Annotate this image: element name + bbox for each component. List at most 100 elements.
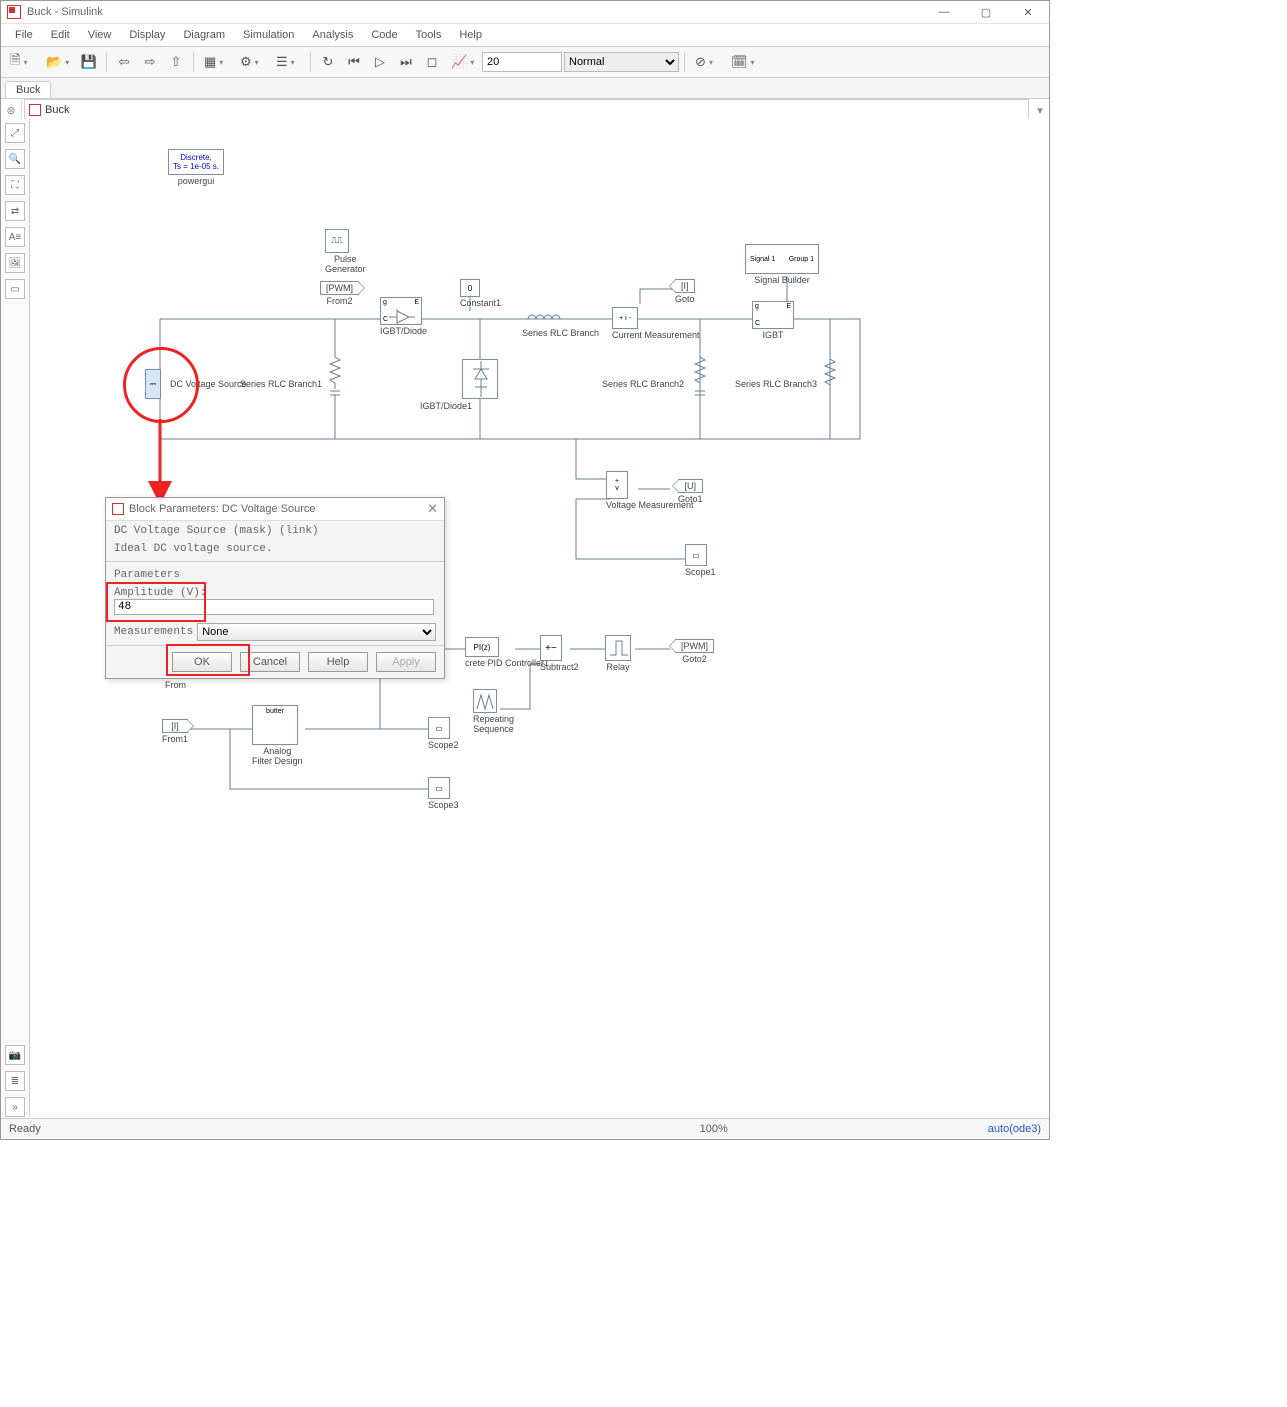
menu-file[interactable]: File bbox=[7, 27, 41, 43]
library-button[interactable]: ▦ bbox=[199, 50, 233, 74]
subtract2-block[interactable]: +− bbox=[540, 635, 562, 661]
goto1-tag[interactable]: [U] bbox=[678, 479, 703, 493]
amplitude-input[interactable] bbox=[114, 599, 434, 615]
repeating-sequence-block[interactable] bbox=[473, 689, 497, 713]
powergui-line1: Discrete, bbox=[180, 153, 212, 162]
scope2-label: Scope2 bbox=[428, 741, 459, 751]
scope3-label: Scope3 bbox=[428, 801, 459, 811]
simulink-icon bbox=[29, 104, 41, 116]
help-button[interactable]: Help bbox=[308, 652, 368, 672]
relay-label: Relay bbox=[605, 663, 631, 673]
model-canvas[interactable]: Discrete, Ts = 1e-05 s. powergui ⎍⎍ Puls… bbox=[30, 119, 1049, 1117]
open-button[interactable]: 📂 bbox=[41, 50, 75, 74]
scope1-block[interactable]: ▭ bbox=[685, 544, 707, 566]
model-config-button[interactable]: ⚙ bbox=[235, 50, 269, 74]
signal-builder-block[interactable]: Signal 1 Group 1 bbox=[745, 244, 819, 274]
menu-tools[interactable]: Tools bbox=[408, 27, 450, 43]
block-parameters-dialog: Block Parameters: DC Voltage Source ✕ DC… bbox=[105, 497, 445, 679]
menu-bar: File Edit View Display Diagram Simulatio… bbox=[1, 24, 1049, 46]
menu-view[interactable]: View bbox=[80, 27, 120, 43]
pulse-generator-block[interactable]: ⎍⎍ bbox=[325, 229, 349, 253]
close-button[interactable]: ✕ bbox=[1013, 3, 1043, 21]
from2-tag[interactable]: [PWM] bbox=[320, 281, 359, 295]
current-measurement-block[interactable]: + i - bbox=[612, 307, 638, 329]
rlc-branch-block[interactable] bbox=[522, 311, 570, 327]
image-icon[interactable]: 🖼 bbox=[5, 253, 25, 273]
model-tab-strip: Buck bbox=[1, 78, 1049, 99]
stop-button[interactable]: ◻ bbox=[420, 50, 444, 74]
new-button[interactable]: 🗎 bbox=[5, 50, 39, 74]
record-button[interactable]: ⊘ bbox=[690, 50, 724, 74]
step-fwd-button[interactable]: ⏭ bbox=[394, 50, 418, 74]
nav-up-button[interactable]: ⇧ bbox=[164, 50, 188, 74]
model-tab-buck[interactable]: Buck bbox=[5, 81, 51, 98]
pacing-button[interactable]: 📈 bbox=[446, 50, 480, 74]
menu-help[interactable]: Help bbox=[451, 27, 490, 43]
status-solver[interactable]: auto(ode3) bbox=[988, 1123, 1041, 1135]
igbt-diode-block[interactable]: g C E bbox=[380, 297, 422, 325]
dialog-desc: Ideal DC voltage source. bbox=[114, 543, 436, 555]
ok-button[interactable]: OK bbox=[172, 652, 232, 672]
log-icon[interactable]: ≣ bbox=[5, 1071, 25, 1091]
measurements-select[interactable]: None bbox=[197, 623, 436, 641]
sim-stop-time-input[interactable] bbox=[482, 52, 562, 72]
measurements-label: Measurements bbox=[114, 626, 193, 638]
constant1-block[interactable]: 0 bbox=[460, 279, 480, 297]
igbt-diode1-block[interactable] bbox=[462, 359, 498, 399]
menu-code[interactable]: Code bbox=[363, 27, 405, 43]
screenshot-icon[interactable]: 📷 bbox=[5, 1045, 25, 1065]
goto2-tag[interactable]: [PWM] bbox=[675, 639, 714, 653]
maximize-button[interactable]: ▢ bbox=[971, 3, 1001, 21]
rlc3-block[interactable] bbox=[822, 349, 838, 409]
annotation-icon[interactable]: A≡ bbox=[5, 227, 25, 247]
pan-icon[interactable]: ⇄ bbox=[5, 201, 25, 221]
voltage-measurement-block[interactable]: +v bbox=[606, 471, 628, 499]
cancel-button[interactable]: Cancel bbox=[240, 652, 300, 672]
fit-icon[interactable]: ⛶ bbox=[5, 175, 25, 195]
save-button[interactable]: 💾 bbox=[77, 50, 101, 74]
pid-block[interactable]: PI(z) bbox=[465, 637, 499, 657]
nav-fwd-button[interactable]: ⇨ bbox=[138, 50, 162, 74]
breadcrumb[interactable]: Buck bbox=[24, 99, 1029, 121]
goto-label: Goto bbox=[675, 295, 695, 305]
apply-button[interactable]: Apply bbox=[376, 652, 436, 672]
igbt-block[interactable]: g C E bbox=[752, 301, 794, 329]
sim-mode-select[interactable]: Normal bbox=[564, 52, 679, 72]
goto-tag[interactable]: [I] bbox=[675, 279, 695, 293]
menu-analysis[interactable]: Analysis bbox=[304, 27, 361, 43]
breadcrumb-dropdown-icon[interactable]: ▾ bbox=[1031, 104, 1049, 117]
status-zoom: 100% bbox=[700, 1123, 728, 1135]
menu-diagram[interactable]: Diagram bbox=[175, 27, 233, 43]
step-back-button[interactable]: ⏮ bbox=[342, 50, 366, 74]
expand-icon[interactable]: » bbox=[5, 1097, 25, 1117]
relay-block[interactable] bbox=[605, 635, 631, 661]
dialog-close-icon[interactable]: ✕ bbox=[427, 501, 438, 517]
minimize-button[interactable]: — bbox=[929, 3, 959, 21]
zoom-icon[interactable]: 🔍 bbox=[5, 149, 25, 169]
scope3-block[interactable]: ▭ bbox=[428, 777, 450, 799]
nav-back-button[interactable]: ⇦ bbox=[112, 50, 136, 74]
hide-palette-icon[interactable]: ⤢ bbox=[5, 123, 25, 143]
analog-filter-block[interactable]: butter bbox=[252, 705, 298, 745]
area-icon[interactable]: ▭ bbox=[5, 279, 25, 299]
build-button[interactable]: 🗓 bbox=[726, 50, 760, 74]
scope2-block[interactable]: ▭ bbox=[428, 717, 450, 739]
constant1-label: Constant1 bbox=[460, 299, 501, 309]
rlc-branch-label: Series RLC Branch bbox=[522, 329, 599, 339]
rlc2-block[interactable] bbox=[692, 349, 708, 409]
fast-restart-button[interactable]: ↻ bbox=[316, 50, 340, 74]
run-button[interactable]: ▷ bbox=[368, 50, 392, 74]
status-ready: Ready bbox=[9, 1123, 41, 1135]
from1-tag[interactable]: [I] bbox=[162, 719, 188, 733]
goto2-label: Goto2 bbox=[675, 655, 714, 665]
parameters-header: Parameters bbox=[114, 569, 436, 581]
menu-edit[interactable]: Edit bbox=[43, 27, 78, 43]
model-explorer-button[interactable]: ☰ bbox=[271, 50, 305, 74]
breadcrumb-back-icon[interactable]: ⊛ bbox=[1, 100, 22, 120]
menu-simulation[interactable]: Simulation bbox=[235, 27, 302, 43]
dc-voltage-source-block[interactable]: ⎓ bbox=[145, 369, 161, 399]
rlc1-block[interactable] bbox=[327, 349, 343, 409]
menu-display[interactable]: Display bbox=[121, 27, 173, 43]
pid-label: crete PID Controller1 bbox=[465, 659, 549, 669]
toolbar: 🗎 📂 💾 ⇦ ⇨ ⇧ ▦ ⚙ ☰ ↻ ⏮ ▷ ⏭ ◻ 📈 Normal ⊘ 🗓 bbox=[1, 46, 1049, 78]
